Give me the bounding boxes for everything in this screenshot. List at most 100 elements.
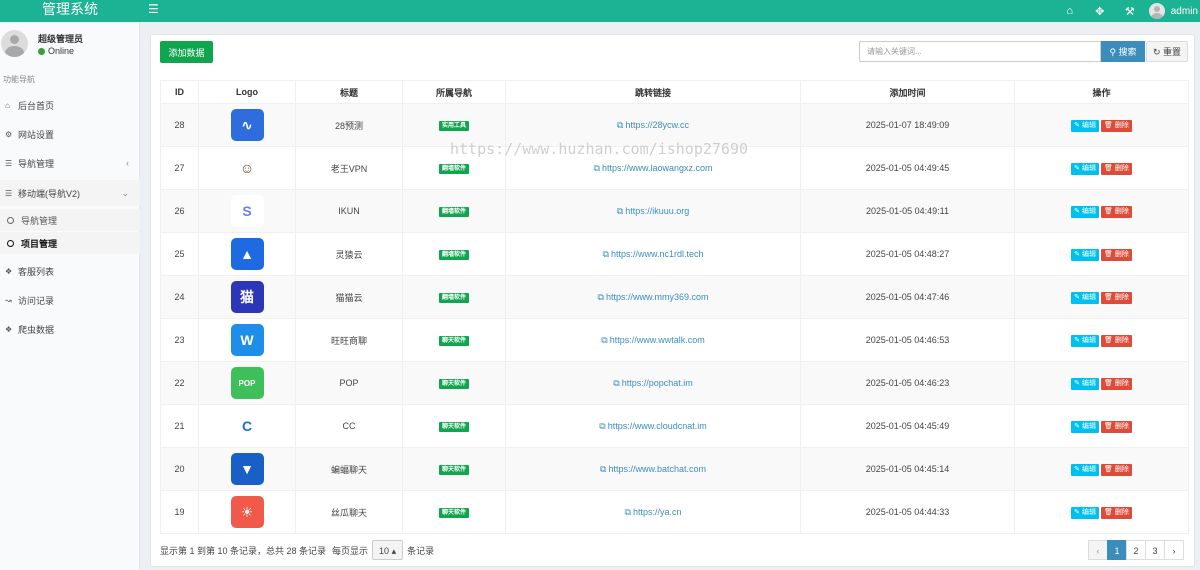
nav-tag-badge: 聊天软件 xyxy=(438,336,469,346)
per-page-suffix: 条记录 xyxy=(407,545,435,556)
user-status: Online xyxy=(38,46,74,56)
external-link-icon: ⧉ xyxy=(593,162,600,173)
edit-button[interactable]: ✎ 编辑 xyxy=(1071,291,1099,304)
edit-icon: ✎ xyxy=(1074,293,1082,301)
brand-title[interactable]: 管理系统 xyxy=(0,0,140,22)
sidebar-subitem-project-management[interactable]: 项目管理 xyxy=(0,232,140,254)
cell-nav: 翻墙软件 xyxy=(402,189,506,233)
user-menu[interactable]: admin xyxy=(1171,6,1198,17)
app-logo: S xyxy=(230,195,264,227)
column-header[interactable]: ID xyxy=(160,80,199,104)
cell-time: 2025-01-05 04:48:27 xyxy=(800,232,1015,276)
jump-link[interactable]: ⧉ https://ikuuu.org xyxy=(617,206,689,216)
cell-logo: S xyxy=(198,189,296,233)
add-data-button[interactable]: 添加数据 xyxy=(160,41,213,63)
column-header[interactable]: Logo xyxy=(198,80,296,104)
cell-time: 2025-01-05 04:45:14 xyxy=(800,447,1015,491)
reset-button[interactable]: ↻ 重置 xyxy=(1146,41,1188,62)
cell-actions: ✎ 编辑 🗑 删除 xyxy=(1014,232,1189,276)
sidebar-item-site-settings[interactable]: ⚙ 网站设置 xyxy=(0,121,140,147)
page-button-3[interactable]: 3 xyxy=(1145,540,1165,560)
search-input[interactable] xyxy=(859,41,1101,62)
delete-button[interactable]: 🗑 删除 xyxy=(1100,248,1132,261)
sidebar-subitem-nav-management[interactable]: 导航管理 xyxy=(0,209,140,231)
edit-button[interactable]: ✎ 编辑 xyxy=(1071,463,1099,476)
delete-label: 删除 xyxy=(1114,207,1129,215)
jump-link[interactable]: ⧉ https://www.nc1rdl.tech xyxy=(603,249,704,259)
column-header[interactable]: 跳转链接 xyxy=(505,80,801,104)
trash-icon: 🗑 xyxy=(1103,336,1115,344)
top-icons: ⌂ ✥ ⚒ admin xyxy=(1055,0,1200,22)
jump-link[interactable]: ⧉ https://www.mmy369.com xyxy=(598,292,709,302)
edit-button[interactable]: ✎ 编辑 xyxy=(1071,377,1099,390)
edit-button[interactable]: ✎ 编辑 xyxy=(1071,119,1099,132)
link-text: https://28ycw.cc xyxy=(625,119,689,130)
delete-button[interactable]: 🗑 删除 xyxy=(1100,119,1132,132)
trash-icon: 🗑 xyxy=(1103,422,1115,430)
cell-id: 24 xyxy=(160,275,199,319)
delete-label: 删除 xyxy=(1114,121,1129,129)
app-logo-icon: S xyxy=(242,203,252,219)
edit-button[interactable]: ✎ 编辑 xyxy=(1071,334,1099,347)
sidebar-item-customer-service[interactable]: ❖ 客服列表 xyxy=(0,258,140,284)
column-header[interactable]: 标题 xyxy=(295,80,403,104)
avatar[interactable] xyxy=(1148,3,1165,19)
cell-link: ⧉ https://www.cloudcnat.im xyxy=(505,404,801,448)
cell-nav: 聊天软件 xyxy=(402,404,506,448)
trash-icon: 🗑 xyxy=(1103,250,1115,258)
page-size-dropdown[interactable]: 10 ▴ xyxy=(372,540,404,560)
edit-button[interactable]: ✎ 编辑 xyxy=(1071,420,1099,433)
cell-title: 老王VPN xyxy=(295,146,403,190)
prev-page-button[interactable]: ‹ xyxy=(1088,540,1108,560)
delete-button[interactable]: 🗑 删除 xyxy=(1100,205,1132,218)
trash-icon: 🗑 xyxy=(1103,293,1115,301)
per-page-prefix: 每页显示 xyxy=(332,545,369,556)
chart-icon: ↝ xyxy=(5,295,12,305)
pagination: ‹ 1 2 3 › xyxy=(1088,540,1184,560)
top-navbar: 管理系统 ☰ ⌂ ✥ ⚒ admin xyxy=(0,0,1200,22)
delete-button[interactable]: 🗑 删除 xyxy=(1100,420,1132,433)
delete-button[interactable]: 🗑 删除 xyxy=(1100,291,1132,304)
table-row: 24 猫 猫猫云 翻墙软件 ⧉ https://www.mmy369.com 2025-01… xyxy=(160,275,1189,319)
menu-toggle-icon[interactable]: ☰ xyxy=(148,2,160,16)
expand-icon[interactable]: ✥ xyxy=(1085,5,1115,18)
jump-link[interactable]: ⧉ https://www.cloudcnat.im xyxy=(599,421,706,431)
delete-button[interactable]: 🗑 删除 xyxy=(1100,463,1132,476)
edit-label: 编辑 xyxy=(1081,121,1096,129)
column-header[interactable]: 操作 xyxy=(1014,80,1189,104)
jump-link[interactable]: ⧉ https://ya.cn xyxy=(625,507,682,517)
next-page-button[interactable]: › xyxy=(1164,540,1184,560)
edit-button[interactable]: ✎ 编辑 xyxy=(1071,506,1099,519)
edit-button[interactable]: ✎ 编辑 xyxy=(1071,205,1099,218)
sidebar-item-nav-management[interactable]: ☰ 导航管理 ‹ xyxy=(0,150,140,176)
delete-label: 删除 xyxy=(1114,293,1129,301)
edit-button[interactable]: ✎ 编辑 xyxy=(1071,248,1099,261)
page-button-1[interactable]: 1 xyxy=(1107,540,1127,560)
wrench-icon[interactable]: ⚒ xyxy=(1115,5,1145,18)
delete-button[interactable]: 🗑 删除 xyxy=(1100,377,1132,390)
sidebar-item-visit-logs[interactable]: ↝ 访问记录 xyxy=(0,287,140,313)
jump-link[interactable]: ⧉ https://www.wwtalk.com xyxy=(601,335,704,345)
delete-button[interactable]: 🗑 删除 xyxy=(1100,334,1132,347)
sidebar-item-crawler-data[interactable]: ❖ 爬虫数据 xyxy=(0,316,140,342)
search-button[interactable]: ⚲ 搜索 xyxy=(1101,41,1145,62)
cell-title: 灵猿云 xyxy=(295,232,403,276)
sidebar-item-mobile-nav[interactable]: ☰ 移动端(导航V2) ⌄ xyxy=(0,180,140,206)
jump-link[interactable]: ⧉ https://28ycw.cc xyxy=(617,120,689,130)
column-header[interactable]: 所属导航 xyxy=(402,80,506,104)
sidebar-item-dashboard[interactable]: ⌂ 后台首页 xyxy=(0,92,140,118)
edit-label: 编辑 xyxy=(1081,250,1096,258)
delete-button[interactable]: 🗑 删除 xyxy=(1100,162,1132,175)
page-button-2[interactable]: 2 xyxy=(1126,540,1146,560)
delete-button[interactable]: 🗑 删除 xyxy=(1100,506,1132,519)
column-header[interactable]: 添加时间 xyxy=(800,80,1015,104)
jump-link[interactable]: ⧉ https://www.laowangxz.com xyxy=(594,163,713,173)
home-icon[interactable]: ⌂ xyxy=(1055,5,1085,17)
trash-icon: 🗑 xyxy=(1103,121,1115,129)
app-logo: ▼ xyxy=(230,453,264,485)
app-logo: POP xyxy=(230,367,264,399)
search-icon: ⚲ xyxy=(1109,47,1119,57)
jump-link[interactable]: ⧉ https://popchat.im xyxy=(613,378,692,388)
jump-link[interactable]: ⧉ https://www.batchat.com xyxy=(600,464,706,474)
edit-button[interactable]: ✎ 编辑 xyxy=(1071,162,1099,175)
